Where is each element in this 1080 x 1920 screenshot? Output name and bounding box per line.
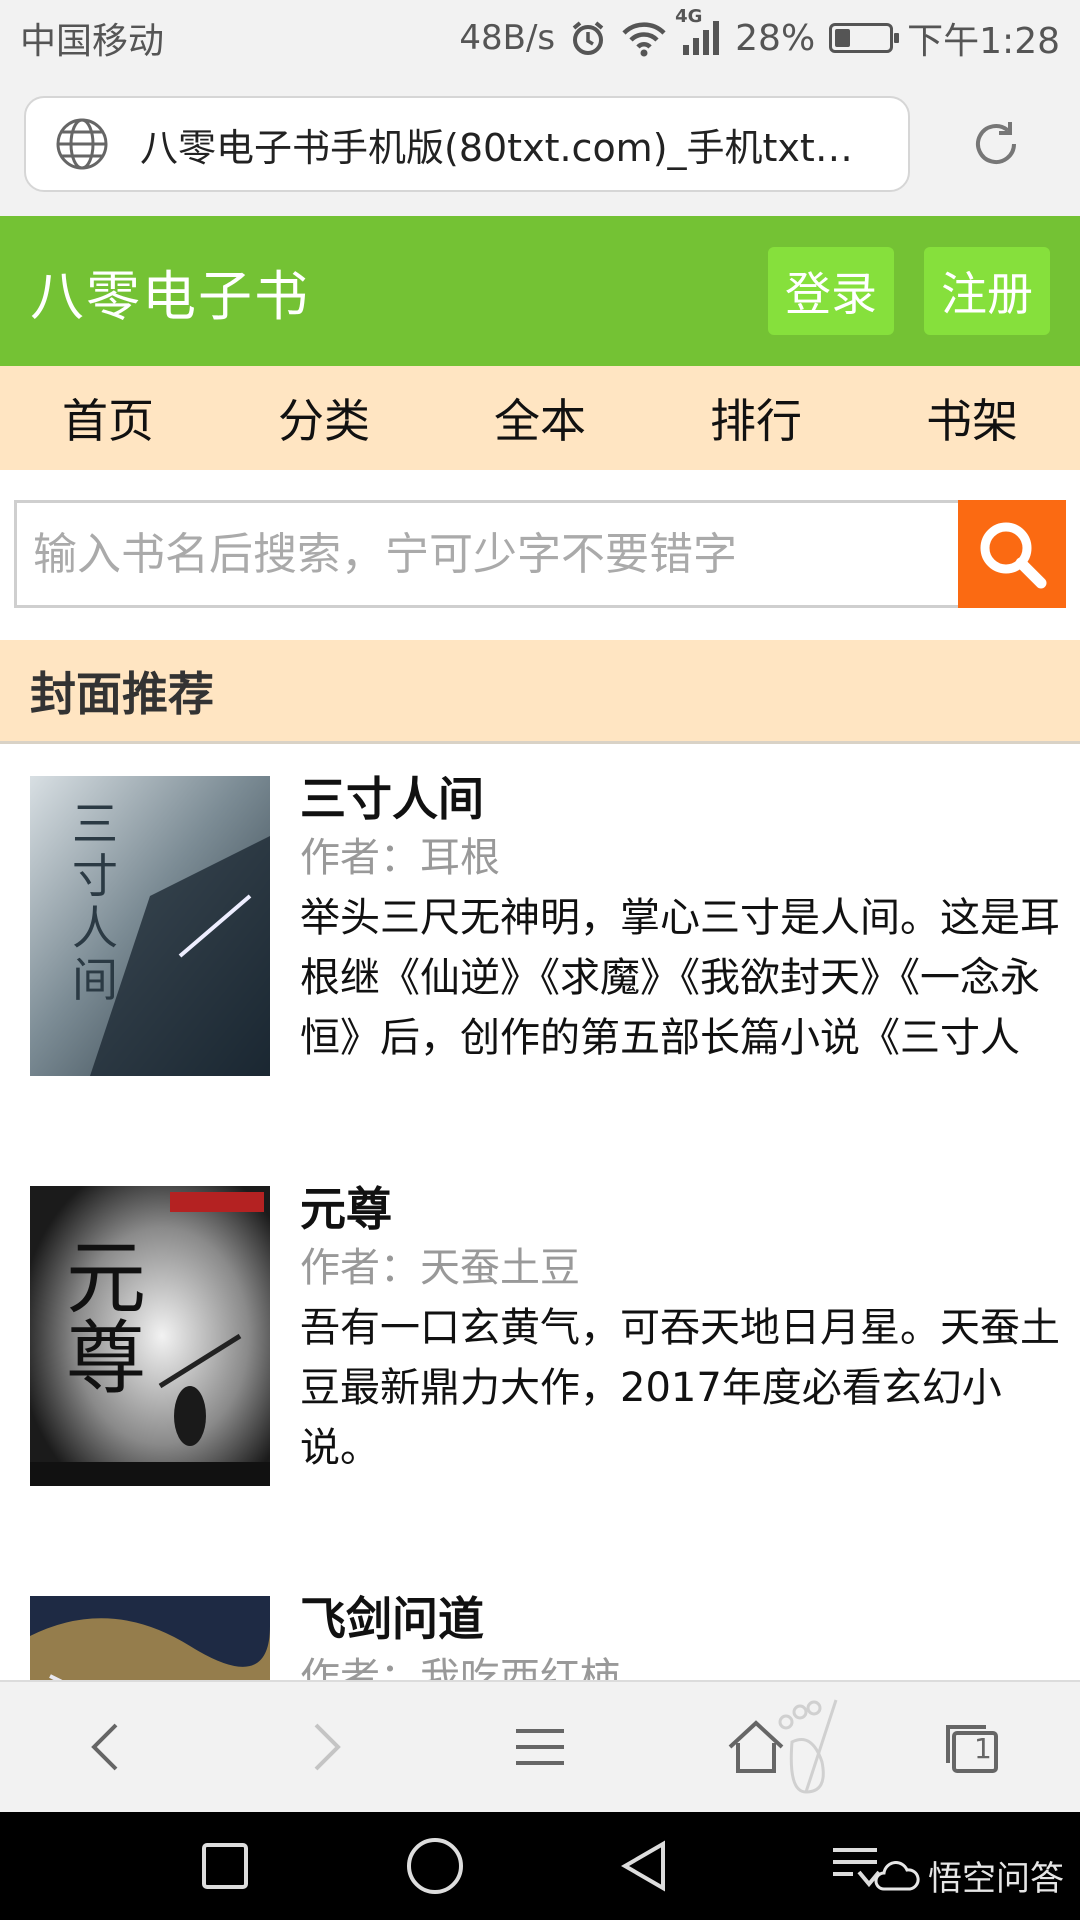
register-button[interactable]: 注册 [924, 247, 1050, 335]
net-speed: 48B/s [459, 18, 556, 58]
browser-toolbar: 1 [0, 1680, 1080, 1812]
watermark-text: 悟空问答 [928, 1859, 1064, 1899]
login-button[interactable]: 登录 [768, 247, 894, 335]
book-author: 作者：天蚕土豆 [300, 1245, 580, 1291]
main-nav: 首页 分类 全本 排行 书架 [0, 366, 1080, 470]
section-header: 封面推荐 [0, 640, 1080, 744]
reload-icon[interactable] [966, 114, 1026, 174]
alarm-icon [569, 18, 607, 58]
back-system-button[interactable] [605, 1826, 685, 1906]
browser-address-bar: 八零电子书手机版(80txt.com)_手机txt下… [0, 76, 1080, 216]
home-button[interactable] [696, 1692, 838, 1802]
search-button[interactable] [958, 500, 1066, 608]
nav-item-bookshelf[interactable]: 书架 [864, 385, 1080, 451]
book-cover[interactable] [30, 1596, 270, 1680]
watermark: 悟空问答 [874, 1851, 1064, 1900]
book-title[interactable]: 元尊 [300, 1180, 1070, 1238]
search-input-wrapper [14, 500, 958, 608]
cloud-logo-icon [874, 1860, 920, 1890]
status-icons: 48B/s 4G 28% 下午1:28 [459, 6, 1060, 64]
tabs-count: 1 [974, 1732, 992, 1765]
search-icon [980, 522, 1047, 589]
book-description: 举头三尺无神明，掌心三寸是人间。这是耳根继《仙逆》《求魔》《我欲封天》《一念永恒… [300, 895, 1060, 1061]
list-item[interactable]: 飞剑问道 作者：我吃西红柿 [0, 1564, 1080, 1680]
menu-icon [516, 1729, 564, 1765]
battery-fill [835, 29, 850, 47]
url-title: 八零电子书手机版(80txt.com)_手机txt下… [140, 125, 880, 170]
section-title: 封面推荐 [30, 666, 214, 721]
back-button[interactable] [48, 1692, 168, 1802]
book-cover[interactable]: 元 尊 [30, 1186, 270, 1486]
cover-title-2: 尊 [66, 1312, 146, 1405]
wifi-icon [621, 18, 667, 58]
book-title[interactable]: 三寸人间 [300, 770, 1070, 828]
chevron-right-icon [314, 1723, 341, 1771]
clock: 下午1:28 [907, 21, 1060, 62]
cover-title-2: 寸 [72, 849, 118, 903]
book-description: 吾有一口玄黄气，可吞天地日月星。天蚕土豆最新鼎力大作，2017年度必看玄幻小说。 [300, 1305, 1060, 1471]
book-cover[interactable]: 三 寸 人 间 [30, 776, 270, 1076]
nav-item-home[interactable]: 首页 [0, 385, 216, 451]
home-system-button[interactable] [395, 1826, 475, 1906]
globe-icon [54, 116, 110, 172]
forward-button[interactable] [264, 1692, 384, 1802]
triangle-back-icon [621, 1840, 665, 1892]
cover-title-4: 间 [72, 953, 118, 1007]
battery-icon [829, 23, 900, 53]
nav-item-ranking[interactable]: 排行 [648, 385, 864, 451]
book-author: 作者：我吃西红柿 [300, 1655, 620, 1680]
cover-title-3: 人 [72, 901, 118, 955]
battery-percent: 28% [735, 17, 816, 59]
chevron-left-icon [91, 1723, 118, 1771]
book-info: 飞剑问道 作者：我吃西红柿 [300, 1590, 1070, 1680]
tabs-button[interactable]: 1 [912, 1692, 1032, 1802]
book-info: 三寸人间 作者：耳根 举头三尺无神明，掌心三寸是人间。这是耳根继《仙逆》《求魔》… [300, 770, 1070, 1068]
cover-title-1: 三 [72, 797, 118, 851]
list-item[interactable]: 三 寸 人 间 三寸人间 作者：耳根 举头三尺无神明，掌心三寸是人间。这是耳根继… [0, 744, 1080, 1144]
status-bar: 中国移动 48B/s 4G 28% 下午1:28 [0, 0, 1080, 76]
search-bar [14, 500, 1066, 608]
signal-icon: 4G [675, 6, 721, 58]
book-info: 元尊 作者：天蚕土豆 吾有一口玄黄气，可吞天地日月星。天蚕土豆最新鼎力大作，20… [300, 1180, 1070, 1478]
system-nav-bar: 悟空问答 [0, 1812, 1080, 1920]
auth-buttons: 登录 注册 [768, 247, 1050, 335]
book-title[interactable]: 飞剑问道 [300, 1590, 1070, 1648]
nav-item-complete[interactable]: 全本 [432, 385, 648, 451]
circle-icon [407, 1838, 463, 1894]
footprint-icon [778, 1699, 838, 1794]
list-item[interactable]: 元 尊 元尊 作者：天蚕土豆 吾有一口玄黄气，可吞天地日月星。天蚕土豆最新鼎力大… [0, 1154, 1080, 1554]
menu-button[interactable] [480, 1692, 600, 1802]
book-list: 三 寸 人 间 三寸人间 作者：耳根 举头三尺无神明，掌心三寸是人间。这是耳根继… [0, 744, 1080, 1680]
site-header: 八零电子书 登录 注册 [0, 216, 1080, 366]
site-logo[interactable]: 八零电子书 [30, 252, 310, 331]
url-field[interactable]: 八零电子书手机版(80txt.com)_手机txt下… [24, 96, 910, 192]
recent-apps-button[interactable] [185, 1826, 265, 1906]
square-icon [202, 1843, 248, 1889]
book-author: 作者：耳根 [300, 835, 500, 881]
nav-item-category[interactable]: 分类 [216, 385, 432, 451]
network-type: 4G [675, 6, 703, 27]
search-input[interactable] [33, 528, 958, 580]
tabs-icon [946, 1725, 998, 1773]
carrier-name: 中国移动 [20, 21, 165, 62]
